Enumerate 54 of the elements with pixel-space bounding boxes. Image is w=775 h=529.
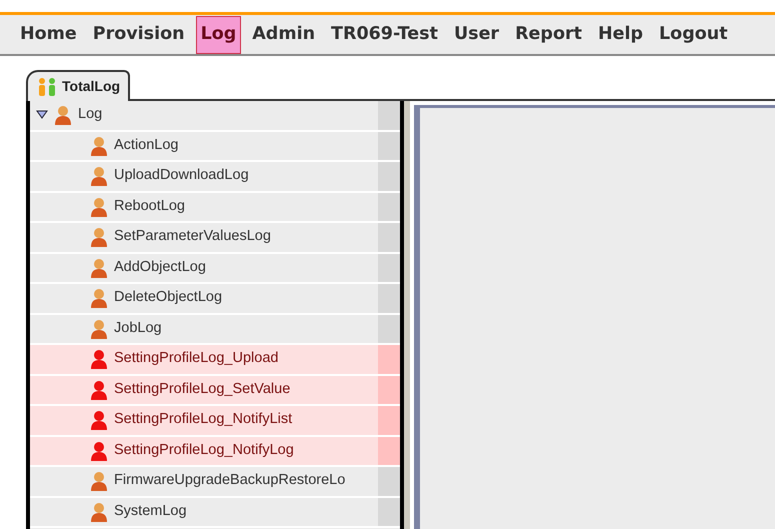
row-margin-cell bbox=[378, 436, 400, 465]
row-margin-cell bbox=[378, 162, 400, 190]
tree-item[interactable]: ActionLog bbox=[30, 132, 378, 160]
row-margin-cell bbox=[378, 376, 400, 404]
tree-item[interactable]: FirmwareUpgradeBackupRestoreLo bbox=[30, 467, 378, 496]
menu-item[interactable]: TR069-Test bbox=[326, 16, 443, 54]
tree-item[interactable]: SettingProfileLog_NotifyLog bbox=[30, 436, 378, 465]
menu-item[interactable]: Provision bbox=[88, 16, 190, 54]
menu-item[interactable]: Home bbox=[15, 16, 82, 54]
row-margin-cell bbox=[378, 406, 400, 434]
row-margin-cell bbox=[378, 101, 400, 130]
expand-triangle-icon[interactable] bbox=[36, 110, 48, 120]
person-icon bbox=[90, 349, 108, 370]
row-margin-cell bbox=[378, 314, 400, 343]
row-margin-cell bbox=[378, 223, 400, 252]
row-margin-cell bbox=[378, 284, 400, 312]
person-icon bbox=[54, 105, 72, 126]
people-icon bbox=[36, 76, 58, 96]
row-margin-cell bbox=[378, 132, 400, 160]
person-icon bbox=[90, 258, 108, 278]
row-margin-cell bbox=[378, 192, 400, 221]
tree-item[interactable]: SettingProfileLog_SetValue bbox=[30, 376, 378, 404]
menu-item[interactable]: Admin bbox=[247, 16, 320, 54]
person-icon bbox=[90, 502, 108, 522]
menu-item[interactable]: Report bbox=[510, 16, 587, 54]
person-icon bbox=[90, 380, 108, 400]
row-margin-cell bbox=[378, 254, 400, 282]
tree-item[interactable]: JobLog bbox=[30, 314, 378, 343]
tree-item[interactable]: SettingProfileLog_NotifyList bbox=[30, 406, 378, 434]
menu-item[interactable]: User bbox=[448, 16, 504, 54]
tab[interactable]: TotalLog bbox=[26, 70, 130, 101]
row-margin-cell bbox=[378, 498, 400, 526]
tree-item[interactable]: Log bbox=[30, 101, 378, 130]
person-icon bbox=[90, 227, 108, 248]
person-icon bbox=[90, 166, 108, 186]
person-icon bbox=[90, 410, 108, 430]
row-margin-cell bbox=[378, 345, 400, 374]
row-margin-cell bbox=[378, 467, 400, 496]
person-icon bbox=[90, 318, 108, 339]
tree-item[interactable]: DeleteObjectLog bbox=[30, 284, 378, 312]
person-icon bbox=[90, 196, 108, 217]
tree-item[interactable]: SettingProfileLog_Upload bbox=[30, 345, 378, 374]
menu-item[interactable]: Log bbox=[196, 16, 242, 54]
person-icon bbox=[90, 288, 108, 308]
person-icon bbox=[90, 440, 108, 461]
tree-item[interactable]: SystemLog bbox=[30, 498, 378, 526]
tree-item[interactable]: UploadDownloadLog bbox=[30, 162, 378, 190]
person-icon bbox=[90, 471, 108, 492]
menu-item[interactable]: Help bbox=[592, 16, 648, 54]
person-icon bbox=[90, 136, 108, 156]
tree-item[interactable]: AddObjectLog bbox=[30, 254, 378, 282]
menu-item[interactable]: Logout bbox=[654, 16, 733, 54]
tree-item[interactable]: RebootLog bbox=[30, 192, 378, 221]
tree-item[interactable]: SetParameterValuesLog bbox=[30, 223, 378, 252]
